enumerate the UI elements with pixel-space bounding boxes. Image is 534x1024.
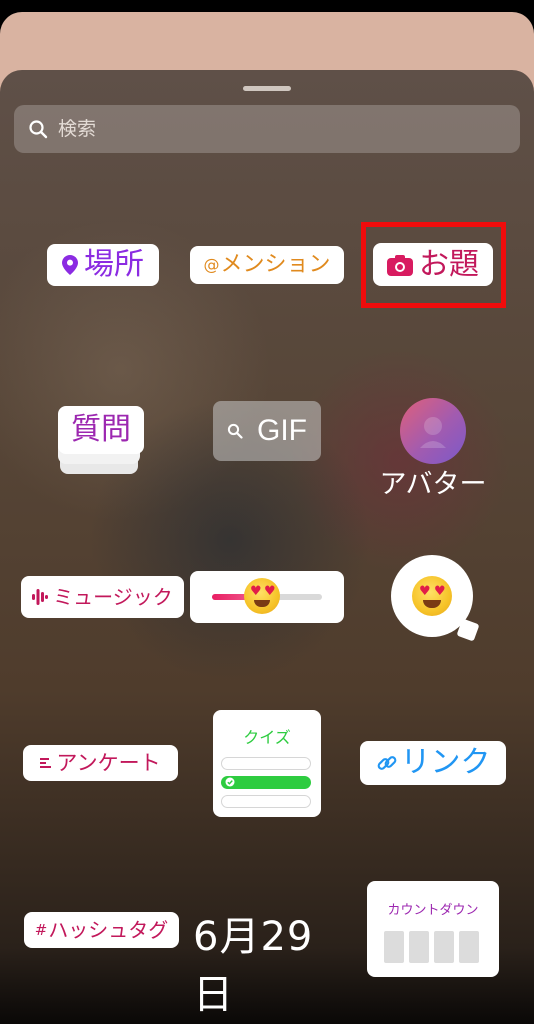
- poll-label: アンケート: [56, 750, 161, 775]
- drag-handle[interactable]: [243, 86, 291, 91]
- quiz-option-1: [221, 757, 311, 770]
- heart-eyes-emoji-icon[interactable]: ♥ ♥: [244, 578, 280, 614]
- poll-sticker[interactable]: アンケート: [23, 745, 178, 781]
- countdown-label: カウントダウン: [387, 903, 479, 918]
- hashtag-label: ハッシュタグ: [48, 918, 169, 942]
- location-pin-icon: [62, 255, 78, 275]
- avatar-placeholder-icon: [420, 417, 446, 448]
- countdown-digit-3: [434, 931, 454, 963]
- countdown-sticker[interactable]: カウントダウン: [367, 881, 499, 977]
- music-sticker[interactable]: ミュージック: [21, 576, 184, 618]
- emoji-reaction-sticker[interactable]: ♥ ♥: [391, 555, 480, 642]
- questions-sticker[interactable]: 質問: [58, 406, 144, 454]
- quiz-option-2: [221, 776, 311, 789]
- hashtag-sticker[interactable]: # ハッシュタグ: [24, 912, 179, 948]
- emoji-slider-sticker[interactable]: ♥ ♥: [190, 571, 344, 623]
- check-icon: [225, 777, 235, 787]
- search-icon: [29, 120, 48, 139]
- questions-label: 質問: [71, 412, 131, 447]
- link-sticker[interactable]: リンク: [360, 741, 506, 785]
- topic-highlight-box: [361, 222, 506, 308]
- search-bar[interactable]: [14, 105, 520, 153]
- avatar-label: アバター: [379, 469, 487, 500]
- music-waveform-icon: [32, 589, 49, 605]
- location-sticker[interactable]: 場所: [47, 244, 159, 286]
- gif-search-icon: [227, 423, 243, 439]
- quiz-title: クイズ: [243, 728, 291, 747]
- mention-at-icon: @: [203, 255, 220, 274]
- hashtag-symbol-icon: #: [34, 920, 48, 939]
- avatar-sticker[interactable]: [400, 398, 466, 464]
- countdown-digit-4: [459, 931, 479, 963]
- poll-lines-icon: [40, 758, 52, 768]
- date-sticker[interactable]: 6月29日: [193, 904, 338, 1020]
- link-icon: [377, 756, 396, 770]
- link-label: リンク: [400, 745, 491, 780]
- gif-label: GIF: [257, 414, 307, 447]
- search-input[interactable]: [58, 105, 498, 153]
- heart-eyes-emoji-icon: ♥ ♥: [412, 576, 452, 616]
- countdown-digit-2: [409, 931, 429, 963]
- location-label: 場所: [84, 247, 144, 282]
- quiz-sticker[interactable]: クイズ: [213, 710, 321, 817]
- gif-sticker[interactable]: GIF: [213, 401, 321, 461]
- music-label: ミュージック: [53, 585, 173, 609]
- quiz-option-3: [221, 795, 311, 808]
- mention-sticker[interactable]: @ メンション: [190, 246, 344, 284]
- mention-label: メンション: [220, 252, 331, 277]
- countdown-digit-1: [384, 931, 404, 963]
